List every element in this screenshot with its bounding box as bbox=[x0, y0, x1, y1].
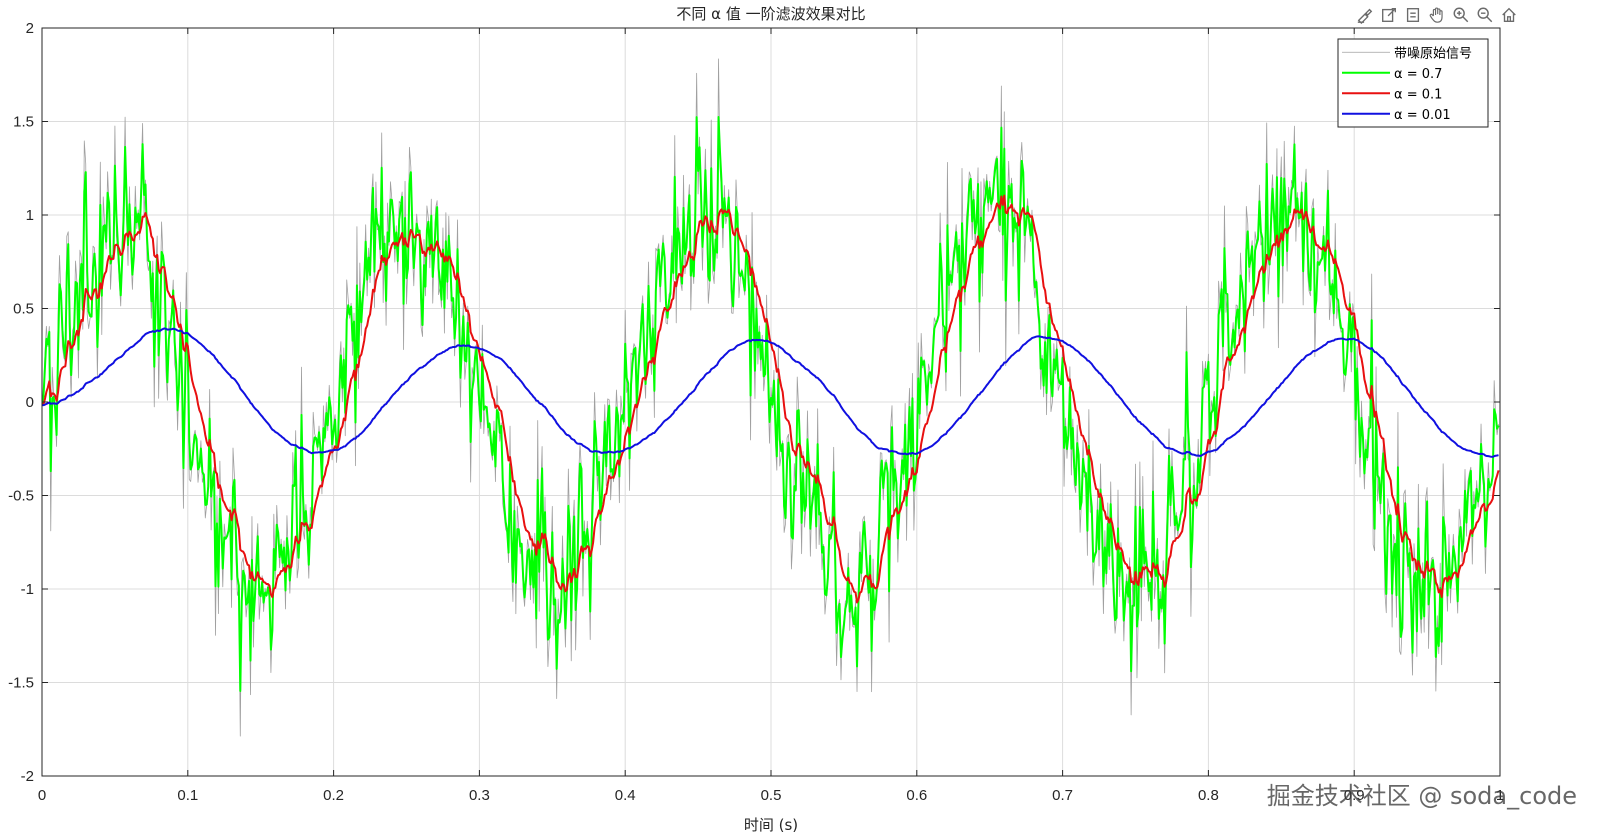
zoom-out-icon bbox=[1477, 7, 1493, 23]
zoom-out-button[interactable] bbox=[1474, 4, 1496, 26]
zoom-in-button[interactable] bbox=[1450, 4, 1472, 26]
legend-label: α = 0.1 bbox=[1394, 87, 1442, 102]
x-tick-label: 0.6 bbox=[906, 787, 927, 804]
brush-icon bbox=[1357, 8, 1373, 24]
pan-hand-icon bbox=[1429, 7, 1443, 23]
y-tick-label: 1 bbox=[26, 207, 34, 224]
y-tick-label: 0 bbox=[26, 394, 34, 411]
brush-button[interactable] bbox=[1354, 4, 1376, 26]
x-tick-label: 0.8 bbox=[1198, 787, 1219, 804]
y-tick-label: 2 bbox=[26, 20, 34, 37]
datatip-button[interactable] bbox=[1402, 4, 1424, 26]
x-axis-title: 时间 (s) bbox=[744, 816, 798, 834]
y-tick-label: -0.5 bbox=[8, 488, 34, 505]
x-tick-label: 0.4 bbox=[615, 787, 636, 804]
figure-toolbar bbox=[1354, 2, 1520, 28]
home-button[interactable] bbox=[1498, 4, 1520, 26]
y-tick-label: -1.5 bbox=[8, 675, 34, 692]
y-tick-label: 1.5 bbox=[13, 114, 34, 131]
chart: 0 0.1 0.2 0.3 0.4 0.5 0.6 0.7 0.8 0.9 1-2-1.5-1-0.… bbox=[8, 5, 1504, 834]
chart-title: 不同 α 值 一阶滤波效果对比 bbox=[676, 5, 865, 23]
x-tick-label: 0.7 bbox=[1052, 787, 1073, 804]
x-tick-label: 0.3 bbox=[469, 787, 490, 804]
legend-label: α = 0.7 bbox=[1394, 67, 1442, 82]
x-tick-label: 0.5 bbox=[761, 787, 782, 804]
legend[interactable]: 带噪原始信号 α = 0.7 α = 0.1 α = 0.01 bbox=[1337, 38, 1489, 128]
watermark: 掘金技术社区 @ soda_code bbox=[1266, 782, 1577, 810]
legend-label: α = 0.01 bbox=[1394, 108, 1451, 123]
home-icon bbox=[1502, 7, 1516, 22]
export-icon bbox=[1382, 8, 1396, 22]
zoom-in-icon bbox=[1453, 7, 1469, 23]
y-tick-label: -1 bbox=[21, 581, 34, 598]
y-tick-label: 0.5 bbox=[13, 301, 34, 318]
export-button[interactable] bbox=[1378, 4, 1400, 26]
x-tick-label: 0 bbox=[38, 787, 46, 804]
x-tick-label: 0.1 bbox=[177, 787, 198, 804]
datatip-icon bbox=[1406, 8, 1420, 22]
x-tick-label: 0.2 bbox=[323, 787, 344, 804]
y-tick-label: -2 bbox=[21, 768, 34, 785]
pan-button[interactable] bbox=[1426, 4, 1448, 26]
legend-label: 带噪原始信号 bbox=[1394, 46, 1472, 61]
